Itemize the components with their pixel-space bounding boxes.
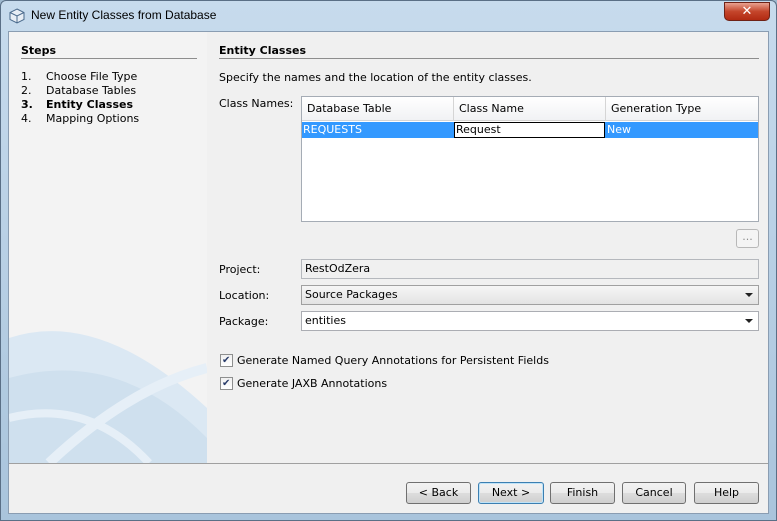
close-icon: ✕ — [741, 4, 753, 19]
location-value: Source Packages — [305, 288, 398, 301]
step-item-entity-classes: 3. Entity Classes — [21, 98, 139, 112]
cell-generation-type[interactable]: New — [606, 122, 758, 138]
table-header: Database Table Class Name Generation Typ… — [302, 97, 758, 121]
steps-list: 1. Choose File Type 2. Database Tables 3. E… — [21, 70, 139, 126]
jaxb-checkbox[interactable]: ✔ — [220, 376, 233, 390]
table-row[interactable]: REQUESTS Request New — [302, 122, 758, 138]
step-number: 4. — [21, 112, 32, 125]
project-field: RestOdZera — [301, 259, 759, 279]
checkmark-icon: ✔ — [222, 377, 231, 389]
named-query-checkbox[interactable]: ✔ — [220, 353, 233, 367]
next-button[interactable]: Next > — [478, 482, 544, 504]
class-names-label: Class Names: — [219, 97, 294, 110]
ellipsis-button[interactable]: ... — [736, 229, 759, 248]
jaxb-checkbox-row[interactable]: ✔ Generate JAXB Annotations — [220, 376, 387, 390]
cell-class-name-editor[interactable]: Request — [454, 122, 605, 138]
cube-icon — [9, 8, 25, 24]
checkmark-icon: ✔ — [222, 354, 231, 366]
package-value: entities — [305, 314, 346, 327]
panel-title: Entity Classes — [219, 44, 307, 57]
dialog-window: New Entity Classes from Database ✕ Steps… — [0, 0, 777, 521]
project-label: Project: — [219, 263, 261, 276]
column-header-class-name[interactable]: Class Name — [454, 97, 606, 121]
step-item-database-tables: 2. Database Tables — [21, 84, 139, 98]
panel-description: Specify the names and the location of th… — [219, 71, 532, 84]
close-button[interactable]: ✕ — [724, 2, 770, 21]
window-title: New Entity Classes from Database — [31, 8, 217, 22]
step-item-mapping-options: 4. Mapping Options — [21, 112, 139, 126]
dialog-client: Steps 1. Choose File Type 2. Database Tabl… — [8, 31, 769, 514]
column-header-database-table[interactable]: Database Table — [302, 97, 454, 121]
panel-divider — [219, 58, 759, 59]
chevron-down-icon[interactable] — [745, 293, 753, 297]
location-combo[interactable]: Source Packages — [301, 285, 759, 305]
main-pane: Entity Classes Specify the names and the… — [207, 32, 768, 463]
help-button[interactable]: Help — [694, 482, 759, 504]
steps-pane: Steps 1. Choose File Type 2. Database Tabl… — [9, 32, 207, 463]
class-names-table[interactable]: Database Table Class Name Generation Typ… — [301, 96, 759, 222]
cancel-button[interactable]: Cancel — [622, 482, 686, 504]
package-label: Package: — [219, 315, 269, 328]
step-label: Mapping Options — [46, 112, 140, 125]
named-query-checkbox-label[interactable]: Generate Named Query Annotations for Per… — [237, 354, 549, 367]
named-query-checkbox-row[interactable]: ✔ Generate Named Query Annotations for Pe… — [220, 353, 549, 367]
cell-database-table[interactable]: REQUESTS — [302, 122, 454, 138]
back-button[interactable]: < Back — [406, 482, 471, 504]
step-label: Database Tables — [46, 84, 137, 97]
wizard-decoration-graphic — [9, 331, 207, 463]
steps-title: Steps — [21, 44, 57, 57]
title-bar[interactable]: New Entity Classes from Database ✕ — [1, 1, 776, 31]
step-number: 2. — [21, 84, 32, 97]
step-label: Entity Classes — [46, 98, 134, 111]
steps-divider — [21, 58, 197, 59]
chevron-down-icon[interactable] — [745, 319, 753, 323]
package-combo[interactable]: entities — [301, 311, 759, 331]
column-header-generation-type[interactable]: Generation Type — [606, 97, 758, 121]
step-number: 3. — [21, 98, 33, 111]
step-label: Choose File Type — [46, 70, 138, 83]
finish-button[interactable]: Finish — [550, 482, 615, 504]
step-item-choose-file-type: 1. Choose File Type — [21, 70, 139, 84]
jaxb-checkbox-label[interactable]: Generate JAXB Annotations — [237, 377, 387, 390]
button-bar-separator — [9, 463, 768, 464]
step-number: 1. — [21, 70, 32, 83]
location-label: Location: — [219, 289, 270, 302]
